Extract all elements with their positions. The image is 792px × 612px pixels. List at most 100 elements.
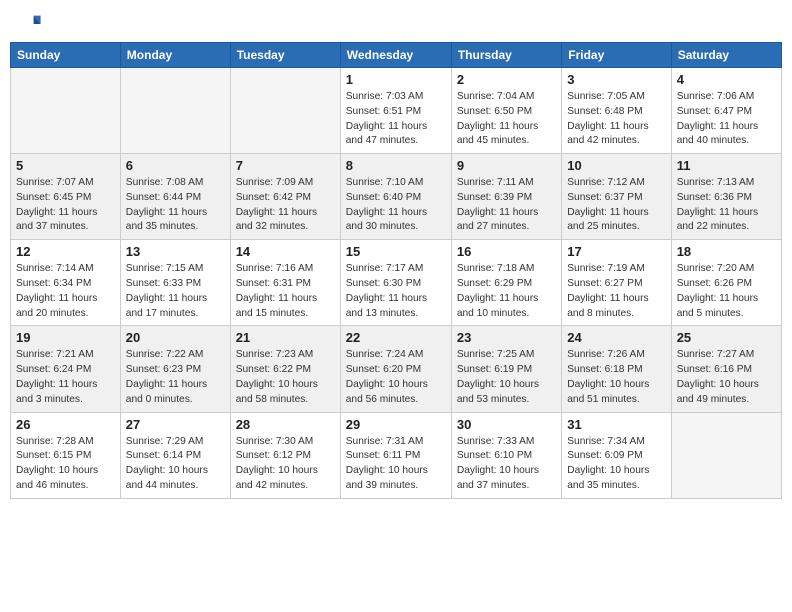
day-number: 11 xyxy=(677,158,776,173)
day-info: Sunrise: 7:21 AM Sunset: 6:24 PM Dayligh… xyxy=(16,348,115,407)
calendar-day-header: Saturday xyxy=(671,43,781,68)
calendar-cell: 5 Sunrise: 7:07 AM Sunset: 6:45 PM Daylig… xyxy=(11,154,121,240)
calendar-week-row: 19 Sunrise: 7:21 AM Sunset: 6:24 PM Dayli… xyxy=(11,326,782,412)
day-info: Sunrise: 7:31 AM Sunset: 6:11 PM Dayligh… xyxy=(346,435,446,494)
day-number: 14 xyxy=(236,244,335,259)
day-number: 26 xyxy=(16,417,115,432)
calendar-cell: 29 Sunrise: 7:31 AM Sunset: 6:11 PM Dayli… xyxy=(340,412,451,498)
calendar-cell: 26 Sunrise: 7:28 AM Sunset: 6:15 PM Dayli… xyxy=(11,412,121,498)
calendar-week-row: 26 Sunrise: 7:28 AM Sunset: 6:15 PM Dayli… xyxy=(11,412,782,498)
day-info: Sunrise: 7:22 AM Sunset: 6:23 PM Dayligh… xyxy=(126,348,225,407)
calendar-cell xyxy=(230,68,340,154)
day-number: 19 xyxy=(16,330,115,345)
calendar-cell: 27Sunrise: 7:29 AM Sunset: 6:14 PM Dayli… xyxy=(120,412,230,498)
calendar-day-header: Sunday xyxy=(11,43,121,68)
day-number: 16 xyxy=(457,244,556,259)
day-number: 23 xyxy=(457,330,556,345)
calendar-cell: 22Sunrise: 7:24 AM Sunset: 6:20 PM Dayli… xyxy=(340,326,451,412)
calendar-cell: 8 Sunrise: 7:10 AM Sunset: 6:40 PM Daylig… xyxy=(340,154,451,240)
calendar-cell: 9 Sunrise: 7:11 AM Sunset: 6:39 PM Daylig… xyxy=(451,154,561,240)
day-number: 20 xyxy=(126,330,225,345)
day-number: 9 xyxy=(457,158,556,173)
calendar-cell: 6 Sunrise: 7:08 AM Sunset: 6:44 PM Daylig… xyxy=(120,154,230,240)
page-header xyxy=(10,10,782,38)
day-number: 29 xyxy=(346,417,446,432)
calendar-cell: 13 Sunrise: 7:15 AM Sunset: 6:33 PM Dayli… xyxy=(120,240,230,326)
day-number: 18 xyxy=(677,244,776,259)
calendar-cell: 21Sunrise: 7:23 AM Sunset: 6:22 PM Dayli… xyxy=(230,326,340,412)
calendar-week-row: 1 Sunrise: 7:03 AM Sunset: 6:51 PM Daylig… xyxy=(11,68,782,154)
day-info: Sunrise: 7:07 AM Sunset: 6:45 PM Dayligh… xyxy=(16,176,115,235)
day-info: Sunrise: 7:13 AM Sunset: 6:36 PM Dayligh… xyxy=(677,176,776,235)
day-number: 25 xyxy=(677,330,776,345)
calendar-cell: 12Sunrise: 7:14 AM Sunset: 6:34 PM Dayli… xyxy=(11,240,121,326)
day-info: Sunrise: 7:24 AM Sunset: 6:20 PM Dayligh… xyxy=(346,348,446,407)
day-info: Sunrise: 7:05 AM Sunset: 6:48 PM Dayligh… xyxy=(567,90,665,149)
day-number: 4 xyxy=(677,72,776,87)
day-info: Sunrise: 7:12 AM Sunset: 6:37 PM Dayligh… xyxy=(567,176,665,235)
day-info: Sunrise: 7:25 AM Sunset: 6:19 PM Dayligh… xyxy=(457,348,556,407)
calendar-cell: 3 Sunrise: 7:05 AM Sunset: 6:48 PM Daylig… xyxy=(562,68,671,154)
day-info: Sunrise: 7:17 AM Sunset: 6:30 PM Dayligh… xyxy=(346,262,446,321)
calendar-cell xyxy=(671,412,781,498)
calendar-cell: 23 Sunrise: 7:25 AM Sunset: 6:19 PM Dayli… xyxy=(451,326,561,412)
day-info: Sunrise: 7:30 AM Sunset: 6:12 PM Dayligh… xyxy=(236,435,335,494)
calendar-cell: 1 Sunrise: 7:03 AM Sunset: 6:51 PM Daylig… xyxy=(340,68,451,154)
calendar-cell: 18 Sunrise: 7:20 AM Sunset: 6:26 PM Dayli… xyxy=(671,240,781,326)
calendar-table: SundayMondayTuesdayWednesdayThursdayFrid… xyxy=(10,42,782,499)
logo xyxy=(14,10,46,38)
day-info: Sunrise: 7:15 AM Sunset: 6:33 PM Dayligh… xyxy=(126,262,225,321)
day-number: 6 xyxy=(126,158,225,173)
calendar-cell: 30Sunrise: 7:33 AM Sunset: 6:10 PM Dayli… xyxy=(451,412,561,498)
day-info: Sunrise: 7:23 AM Sunset: 6:22 PM Dayligh… xyxy=(236,348,335,407)
day-number: 7 xyxy=(236,158,335,173)
day-info: Sunrise: 7:19 AM Sunset: 6:27 PM Dayligh… xyxy=(567,262,665,321)
calendar-cell: 10Sunrise: 7:12 AM Sunset: 6:37 PM Dayli… xyxy=(562,154,671,240)
calendar-day-header: Thursday xyxy=(451,43,561,68)
calendar-cell: 7 Sunrise: 7:09 AM Sunset: 6:42 PM Daylig… xyxy=(230,154,340,240)
day-number: 1 xyxy=(346,72,446,87)
calendar-day-header: Monday xyxy=(120,43,230,68)
day-info: Sunrise: 7:03 AM Sunset: 6:51 PM Dayligh… xyxy=(346,90,446,149)
day-info: Sunrise: 7:26 AM Sunset: 6:18 PM Dayligh… xyxy=(567,348,665,407)
calendar-cell xyxy=(11,68,121,154)
day-number: 5 xyxy=(16,158,115,173)
calendar-cell: 17Sunrise: 7:19 AM Sunset: 6:27 PM Dayli… xyxy=(562,240,671,326)
calendar-cell: 14 Sunrise: 7:16 AM Sunset: 6:31 PM Dayli… xyxy=(230,240,340,326)
calendar-cell xyxy=(120,68,230,154)
calendar-cell: 20 Sunrise: 7:22 AM Sunset: 6:23 PM Dayli… xyxy=(120,326,230,412)
day-number: 30 xyxy=(457,417,556,432)
calendar-day-header: Wednesday xyxy=(340,43,451,68)
calendar-cell: 19 Sunrise: 7:21 AM Sunset: 6:24 PM Dayli… xyxy=(11,326,121,412)
calendar-cell: 15 Sunrise: 7:17 AM Sunset: 6:30 PM Dayli… xyxy=(340,240,451,326)
logo-icon xyxy=(14,10,42,38)
day-number: 8 xyxy=(346,158,446,173)
day-number: 2 xyxy=(457,72,556,87)
day-number: 3 xyxy=(567,72,665,87)
day-info: Sunrise: 7:10 AM Sunset: 6:40 PM Dayligh… xyxy=(346,176,446,235)
day-info: Sunrise: 7:29 AM Sunset: 6:14 PM Dayligh… xyxy=(126,435,225,494)
day-info: Sunrise: 7:11 AM Sunset: 6:39 PM Dayligh… xyxy=(457,176,556,235)
day-info: Sunrise: 7:20 AM Sunset: 6:26 PM Dayligh… xyxy=(677,262,776,321)
day-info: Sunrise: 7:28 AM Sunset: 6:15 PM Dayligh… xyxy=(16,435,115,494)
day-info: Sunrise: 7:08 AM Sunset: 6:44 PM Dayligh… xyxy=(126,176,225,235)
day-info: Sunrise: 7:34 AM Sunset: 6:09 PM Dayligh… xyxy=(567,435,665,494)
calendar-day-header: Friday xyxy=(562,43,671,68)
day-number: 15 xyxy=(346,244,446,259)
calendar-cell: 16 Sunrise: 7:18 AM Sunset: 6:29 PM Dayli… xyxy=(451,240,561,326)
calendar-cell: 4Sunrise: 7:06 AM Sunset: 6:47 PM Daylig… xyxy=(671,68,781,154)
day-info: Sunrise: 7:09 AM Sunset: 6:42 PM Dayligh… xyxy=(236,176,335,235)
day-info: Sunrise: 7:27 AM Sunset: 6:16 PM Dayligh… xyxy=(677,348,776,407)
day-number: 31 xyxy=(567,417,665,432)
calendar-cell: 31 Sunrise: 7:34 AM Sunset: 6:09 PM Dayli… xyxy=(562,412,671,498)
day-info: Sunrise: 7:04 AM Sunset: 6:50 PM Dayligh… xyxy=(457,90,556,149)
calendar-cell: 25 Sunrise: 7:27 AM Sunset: 6:16 PM Dayli… xyxy=(671,326,781,412)
calendar-cell: 11 Sunrise: 7:13 AM Sunset: 6:36 PM Dayli… xyxy=(671,154,781,240)
day-info: Sunrise: 7:18 AM Sunset: 6:29 PM Dayligh… xyxy=(457,262,556,321)
day-info: Sunrise: 7:16 AM Sunset: 6:31 PM Dayligh… xyxy=(236,262,335,321)
day-number: 13 xyxy=(126,244,225,259)
calendar-cell: 24Sunrise: 7:26 AM Sunset: 6:18 PM Dayli… xyxy=(562,326,671,412)
calendar-week-row: 12Sunrise: 7:14 AM Sunset: 6:34 PM Dayli… xyxy=(11,240,782,326)
calendar-cell: 2 Sunrise: 7:04 AM Sunset: 6:50 PM Daylig… xyxy=(451,68,561,154)
day-number: 12 xyxy=(16,244,115,259)
